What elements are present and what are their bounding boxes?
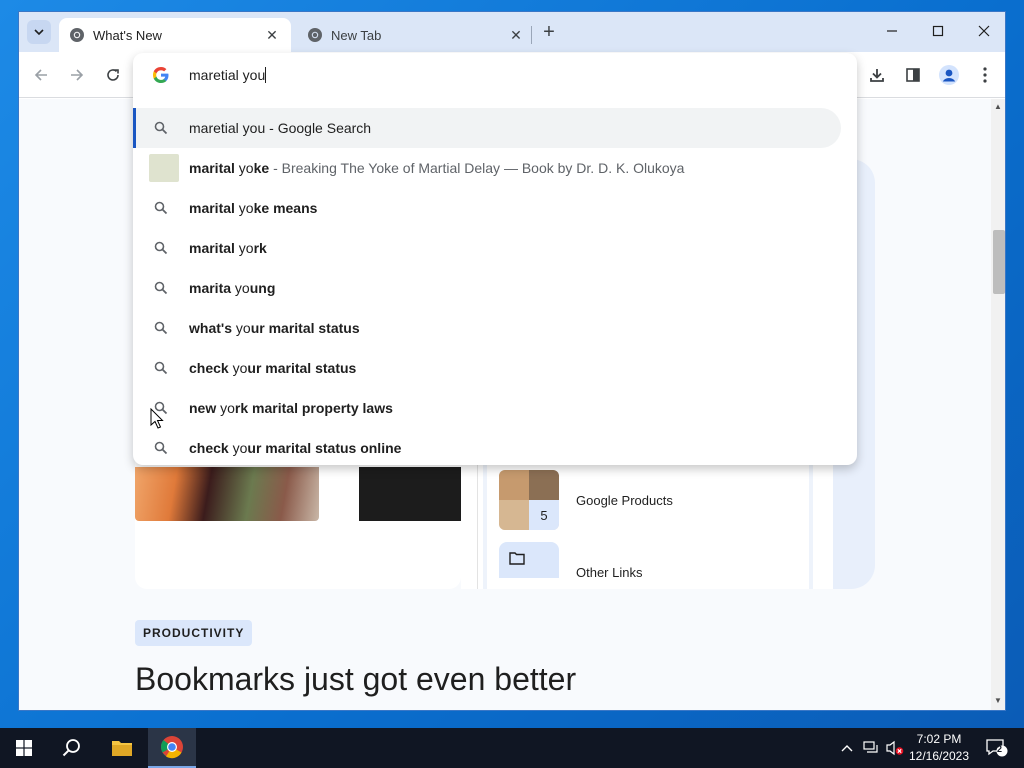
windows-logo-icon: [16, 740, 32, 756]
suggestion-text: marital yoke means: [189, 200, 318, 216]
chrome-favicon-icon: [70, 28, 84, 42]
bookmark-folder-thumbnail[interactable]: [499, 542, 559, 578]
volume-muted-icon[interactable]: [886, 739, 904, 757]
omnibox-suggestion[interactable]: what's your marital status: [133, 308, 857, 348]
bookmark-count: 5: [529, 500, 559, 530]
omnibox-suggestion[interactable]: marital york: [133, 228, 857, 268]
scroll-up-arrow-icon[interactable]: ▲: [994, 102, 1002, 111]
illustration-image-dark: [359, 467, 461, 521]
section-headline: Bookmarks just got even better: [135, 661, 577, 697]
start-button[interactable]: [0, 728, 48, 768]
clock-date: 12/16/2023: [908, 749, 970, 763]
omnibox-suggestion[interactable]: marital yoke - Breaking The Yoke of Mart…: [133, 148, 857, 188]
close-tab-icon[interactable]: ✕: [263, 26, 281, 44]
close-icon: [978, 25, 990, 37]
notifications-button[interactable]: 2: [984, 739, 1010, 757]
illustration-image: [135, 467, 319, 521]
bookmark-folder-label[interactable]: Google Products: [576, 493, 673, 508]
tab-whats-new[interactable]: What's New ✕: [59, 18, 291, 52]
reload-button[interactable]: [102, 64, 124, 86]
tab-title: What's New: [93, 27, 162, 43]
menu-button[interactable]: [973, 64, 997, 86]
suggestion-text: marita young: [189, 280, 276, 296]
chrome-taskbar-button[interactable]: [148, 728, 196, 768]
search-icon: [154, 441, 168, 455]
tab-new-tab[interactable]: New Tab ✕: [297, 18, 535, 52]
search-icon: [154, 241, 168, 255]
category-badge: PRODUCTIVITY: [135, 620, 253, 646]
profile-avatar-icon: [939, 65, 959, 85]
notification-count: 2: [997, 744, 1003, 754]
omnibox-suggestion[interactable]: new york marital property laws: [133, 388, 857, 428]
search-icon: [154, 321, 168, 335]
suggestion-text: marital york: [189, 240, 267, 256]
side-panel-button[interactable]: [901, 64, 925, 86]
search-icon: [154, 121, 168, 135]
bookmark-folder-thumbnail[interactable]: 5: [499, 470, 559, 530]
downloads-button[interactable]: [865, 64, 889, 86]
taskbar-clock[interactable]: 7:02 PM 12/16/2023: [904, 731, 974, 765]
omnibox-suggestion[interactable]: maretial you - Google Search: [133, 108, 841, 148]
tab-search-button[interactable]: [27, 20, 51, 44]
maximize-icon: [932, 25, 944, 37]
search-icon: [62, 739, 80, 757]
chrome-icon: [160, 736, 183, 759]
omnibox-suggestion[interactable]: marita young: [133, 268, 857, 308]
bookmark-folder-label[interactable]: Other Links: [576, 565, 642, 580]
browser-window: What's New ✕ New Tab ✕ + 5 Google Produc…: [18, 11, 1006, 711]
clock-time: 7:02 PM: [916, 732, 962, 746]
tab-strip: What's New ✕ New Tab ✕ +: [19, 12, 1005, 52]
reload-icon: [107, 69, 119, 81]
divider: [477, 459, 478, 589]
page-scrollbar[interactable]: [991, 99, 1005, 710]
taskbar-search-button[interactable]: [48, 728, 96, 768]
omnibox-input[interactable]: maretial you: [189, 67, 267, 83]
maximize-button[interactable]: [915, 12, 961, 50]
suggestion-text: marital yoke - Breaking The Yoke of Mart…: [189, 160, 685, 176]
back-button[interactable]: [30, 64, 52, 86]
suggestion-text: what's your marital status: [189, 320, 360, 336]
scrollbar-thumb[interactable]: [993, 230, 1005, 294]
side-panel-icon: [906, 68, 920, 82]
suggestion-text: new york marital property laws: [189, 400, 393, 416]
omnibox-input-row[interactable]: maretial you: [133, 53, 857, 97]
tray-expand-icon[interactable]: [838, 739, 856, 757]
omnibox-suggestion[interactable]: marital yoke means: [133, 188, 857, 228]
chrome-favicon-icon: [308, 28, 322, 42]
profile-button[interactable]: [937, 64, 961, 86]
suggestion-text: check your marital status online: [189, 440, 402, 456]
arrow-left-icon: [34, 69, 47, 81]
suggestion-thumbnail: [149, 154, 179, 182]
folder-icon: [509, 552, 525, 565]
scroll-down-arrow-icon[interactable]: ▼: [994, 696, 1002, 705]
windows-taskbar: 7:02 PM 12/16/2023 2: [0, 728, 1024, 768]
google-g-icon: [153, 67, 169, 83]
minimize-button[interactable]: [869, 12, 915, 50]
omnibox-suggestion[interactable]: check your marital status online: [133, 428, 857, 468]
network-icon[interactable]: [862, 739, 880, 757]
close-window-button[interactable]: [961, 12, 1005, 50]
close-tab-icon[interactable]: ✕: [507, 26, 525, 44]
arrow-right-icon: [71, 69, 84, 81]
tab-title: New Tab: [331, 27, 382, 43]
new-tab-button[interactable]: +: [538, 21, 560, 43]
search-icon: [154, 281, 168, 295]
tab-separator: [531, 26, 532, 44]
file-explorer-button[interactable]: [98, 728, 146, 768]
search-icon: [154, 201, 168, 215]
suggestion-text: maretial you - Google Search: [189, 120, 372, 136]
suggestion-description: - Breaking The Yoke of Martial Delay — B…: [269, 160, 685, 176]
download-icon: [870, 69, 884, 82]
mouse-cursor-icon: [150, 408, 164, 429]
suggestion-text: check your marital status: [189, 360, 357, 376]
more-vert-icon: [983, 67, 987, 83]
omnibox-dropdown: maretial you maretial you - Google Searc…: [133, 53, 857, 465]
search-icon: [154, 361, 168, 375]
omnibox-suggestion[interactable]: check your marital status: [133, 348, 857, 388]
folder-icon: [112, 741, 132, 756]
chevron-down-icon: [34, 29, 44, 36]
minimize-icon: [887, 30, 897, 32]
text-caret: [265, 67, 267, 83]
forward-button[interactable]: [66, 64, 88, 86]
